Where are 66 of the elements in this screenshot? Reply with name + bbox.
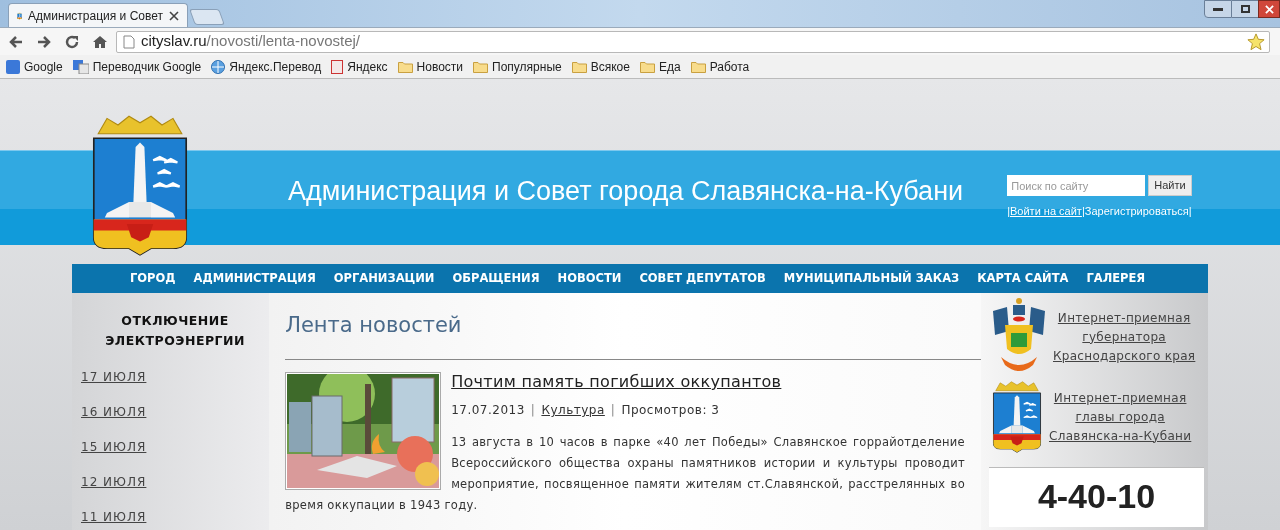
site-title: Администрация и Совет города Славянска-на-Кубани xyxy=(288,175,964,208)
bookmark[interactable]: Всякое xyxy=(571,57,630,76)
globe-icon xyxy=(211,59,226,74)
folder-icon xyxy=(397,60,413,73)
restore-button[interactable] xyxy=(1232,0,1258,18)
reception-link[interactable]: Интернет-приемная главы города Славянска-на-Кубани xyxy=(1049,388,1192,446)
folder-icon xyxy=(639,60,655,73)
menu-item[interactable]: МУНИЦИПАЛЬНЫЙ ЗАКАЗ xyxy=(783,269,960,288)
bookmark[interactable]: Google xyxy=(6,57,63,76)
translate-icon xyxy=(72,59,89,74)
forward-icon[interactable] xyxy=(36,33,52,50)
close-icon xyxy=(1264,4,1274,14)
separator: | xyxy=(1081,204,1085,219)
search-field[interactable]: Поиск по сайту xyxy=(1007,175,1146,196)
view-count: Просмотров: 3 xyxy=(621,402,720,419)
folder-icon xyxy=(473,60,489,73)
article-date: 17.07.2013 xyxy=(451,402,525,419)
tab-title: Администрация и Совет xyxy=(28,7,163,25)
search-button[interactable]: Найти xyxy=(1148,175,1192,196)
bookmark[interactable]: Работа xyxy=(690,57,750,76)
separator: | xyxy=(530,402,536,419)
home-icon[interactable] xyxy=(92,33,108,50)
separator: | xyxy=(1007,204,1010,219)
menu-item[interactable]: АДМИНИСТРАЦИЯ xyxy=(193,269,316,288)
menu-item[interactable]: НОВОСТИ xyxy=(557,269,622,288)
sidebar-link[interactable]: 11 ИЮЛЯ xyxy=(81,510,147,524)
url-domain: cityslav.ru xyxy=(141,31,207,52)
menu-item[interactable]: ГАЛЕРЕЯ xyxy=(1086,269,1146,288)
category-link[interactable]: Культура xyxy=(541,401,605,419)
reception-link[interactable]: Интернет-приемная губернатора Краснодарского края xyxy=(1053,308,1196,366)
close-icon[interactable] xyxy=(169,10,179,21)
bookmark[interactable]: Популярные xyxy=(473,57,562,76)
bookmark[interactable]: Переводчик Google xyxy=(72,57,202,76)
address-bar[interactable]: cityslav.ru/novosti/lenta-novostej/ xyxy=(116,30,1270,53)
folder-icon xyxy=(571,60,587,73)
phone-number: 4-40-10 xyxy=(1037,476,1156,517)
sidebar-link[interactable]: 16 ИЮЛЯ xyxy=(81,405,147,419)
reload-icon[interactable] xyxy=(64,33,80,50)
back-icon[interactable] xyxy=(8,33,24,50)
sidebar-link[interactable]: 17 ИЮЛЯ xyxy=(81,370,147,384)
page-heading: Лента новостей xyxy=(285,312,463,339)
bookmark[interactable]: Яндекс xyxy=(331,57,388,76)
separator: | xyxy=(610,402,616,419)
url-path: /novosti/lenta-novostej/ xyxy=(206,31,360,52)
menu-item[interactable]: СОВЕТ ДЕПУТАТОВ xyxy=(639,269,766,288)
article-text: 13 августа в 10 часов в парке «40 лет Победы» Славянское горрайотделение Всероссийского общества охраны памятников истории и культуры проводит мероприятие, посвященное памяти жителям ст.Славянской, расстрелянных во время оккупации в 1943 году. xyxy=(285,434,965,514)
menu-item[interactable]: ГОРОД xyxy=(130,269,176,288)
separator: | xyxy=(1188,204,1192,219)
article-title[interactable]: Почтим память погибших оккупантов xyxy=(285,372,965,392)
sidebar-link[interactable]: 12 ИЮЛЯ xyxy=(81,475,147,489)
folder-icon xyxy=(690,60,706,73)
browser-tab[interactable]: Администрация и Совет xyxy=(8,3,188,27)
menu-item[interactable]: ОРГАНИЗАЦИИ xyxy=(333,269,435,288)
minimize-button[interactable] xyxy=(1204,0,1232,18)
star-icon[interactable] xyxy=(1247,32,1265,51)
menu-item[interactable]: КАРТА САЙТА xyxy=(977,269,1069,288)
page-icon xyxy=(123,34,135,49)
sidebar-link[interactable]: 15 ИЮЛЯ xyxy=(81,440,147,454)
restore-icon xyxy=(1240,5,1250,13)
menu-item[interactable]: ОБРАЩЕНИЯ xyxy=(452,269,540,288)
bookmark[interactable]: Яндекс.Перевод xyxy=(211,57,322,76)
close-button[interactable] xyxy=(1258,0,1280,18)
bookmark[interactable]: Новости xyxy=(397,57,464,76)
sidebar-title: ОТКЛЮЧЕНИЕ ЭЛЕКТРОЭНЕРГИИ xyxy=(104,312,246,350)
bookmark[interactable]: Еда xyxy=(639,57,681,76)
minimize-icon xyxy=(1213,7,1223,11)
